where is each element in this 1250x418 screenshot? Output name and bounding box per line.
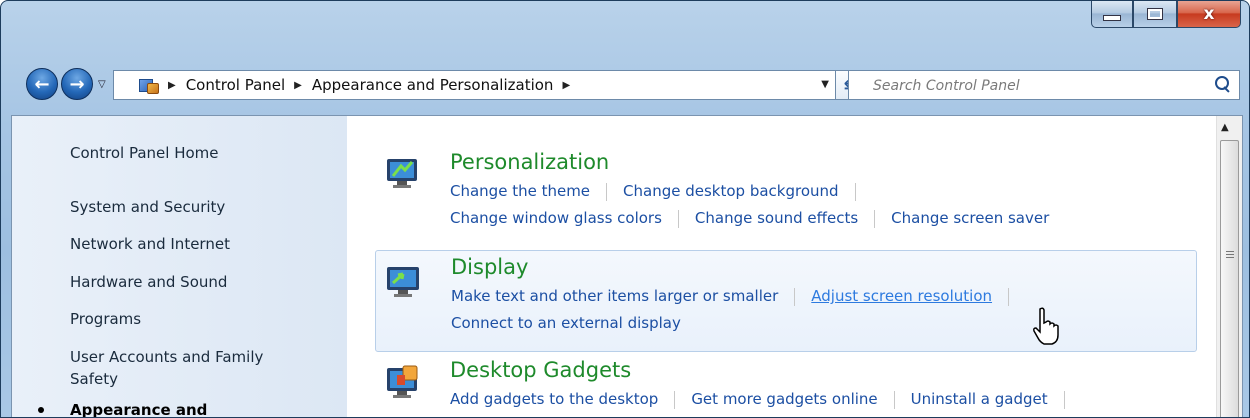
link-connect-external-display[interactable]: Connect to an external display — [451, 314, 681, 332]
scroll-up-arrow-icon[interactable]: ▲ — [1221, 122, 1229, 133]
breadcrumb-separator-icon[interactable]: ▶ — [294, 80, 302, 91]
scrollbar-grip-icon — [1226, 251, 1234, 258]
display-links-row-2: Connect to an external display — [451, 314, 681, 332]
link-get-more-gadgets-online[interactable]: Get more gadgets online — [691, 390, 877, 408]
link-adjust-screen-resolution[interactable]: Adjust screen resolution — [811, 287, 992, 305]
link-change-desktop-background[interactable]: Change desktop background — [623, 182, 839, 200]
category-personalization: Personalization Change the theme Change d… — [375, 146, 1195, 246]
sidebar-item-network-and-internet[interactable]: Network and Internet — [70, 233, 330, 255]
link-change-screen-saver[interactable]: Change screen saver — [891, 209, 1049, 227]
display-title[interactable]: Display — [451, 255, 528, 279]
display-links-row-1: Make text and other items larger or smal… — [451, 287, 1025, 306]
sidebar-item-control-panel-home[interactable]: Control Panel Home — [70, 142, 330, 164]
link-uninstall-gadget[interactable]: Uninstall a gadget — [911, 390, 1048, 408]
link-change-window-glass-colors[interactable]: Change window glass colors — [450, 209, 662, 227]
close-button[interactable]: x — [1177, 1, 1241, 28]
maximize-button[interactable] — [1133, 1, 1177, 28]
personalization-links-row-1: Change the theme Change desktop backgroun… — [450, 182, 872, 201]
personalization-title[interactable]: Personalization — [450, 150, 609, 174]
main-panel: Personalization Change the theme Change d… — [347, 116, 1217, 417]
minimize-button[interactable] — [1091, 1, 1133, 28]
link-divider — [606, 182, 608, 201]
personalization-icon[interactable] — [383, 152, 423, 192]
back-button[interactable]: ← — [26, 68, 58, 100]
sidebar-item-appearance-current[interactable]: Appearance and — [38, 399, 330, 418]
link-divider — [854, 182, 856, 201]
maximize-icon — [1147, 8, 1163, 20]
address-dropdown-icon[interactable]: ▼ — [821, 79, 829, 90]
link-divider — [893, 390, 895, 409]
scrollbar-thumb[interactable] — [1220, 140, 1239, 417]
breadcrumb-separator-icon[interactable]: ▶ — [562, 80, 570, 91]
minimize-icon — [1103, 15, 1121, 21]
close-icon: x — [1203, 4, 1215, 24]
category-display: Display Make text and other items larger… — [375, 250, 1197, 352]
link-divider — [677, 209, 679, 228]
control-panel-window: x ← → ▽ ▶ Control Panel ▶ Appearance and… — [0, 0, 1250, 418]
search-input[interactable] — [849, 71, 1230, 101]
breadcrumb-appearance-and-personalization[interactable]: Appearance and Personalization — [312, 76, 554, 94]
display-icon[interactable] — [384, 261, 424, 301]
title-bar[interactable]: x — [1, 1, 1249, 53]
sidebar-item-user-accounts[interactable]: User Accounts and Family Safety — [70, 346, 300, 390]
link-add-gadgets[interactable]: Add gadgets to the desktop — [450, 390, 658, 408]
caption-buttons: x — [1091, 1, 1241, 29]
sidebar-item-programs[interactable]: Programs — [70, 308, 330, 330]
sidebar: Control Panel Home System and Security N… — [12, 116, 347, 418]
personalization-links-row-2: Change window glass colors Change sound e… — [450, 209, 1049, 228]
breadcrumb-control-panel[interactable]: Control Panel — [186, 76, 285, 94]
vertical-scrollbar[interactable]: ▲ — [1216, 116, 1242, 417]
desktop-gadgets-title[interactable]: Desktop Gadgets — [450, 358, 631, 382]
navigation-bar: ← → ▽ ▶ Control Panel ▶ Appearance and P… — [1, 65, 1249, 107]
breadcrumb-separator-icon[interactable]: ▶ — [168, 80, 176, 91]
link-change-sound-effects[interactable]: Change sound effects — [695, 209, 858, 227]
link-change-theme[interactable]: Change the theme — [450, 182, 590, 200]
link-divider — [1063, 390, 1065, 409]
search-icon[interactable] — [1215, 76, 1231, 93]
hand-cursor-icon — [1033, 307, 1059, 345]
link-divider — [794, 287, 796, 306]
content-area: Control Panel Home System and Security N… — [11, 115, 1243, 418]
control-panel-icon — [139, 77, 159, 94]
recent-pages-dropdown-icon[interactable]: ▽ — [98, 79, 106, 90]
back-arrow-icon: ← — [34, 73, 50, 95]
sidebar-item-hardware-and-sound[interactable]: Hardware and Sound — [70, 271, 330, 293]
forward-arrow-icon: → — [69, 73, 85, 95]
current-item-bullet — [38, 407, 44, 413]
search-box — [848, 70, 1240, 101]
sidebar-item-label: Appearance and — [70, 401, 208, 418]
forward-button[interactable]: → — [61, 68, 93, 100]
link-make-text-larger-or-smaller[interactable]: Make text and other items larger or smal… — [451, 287, 778, 305]
gadgets-icon[interactable] — [383, 362, 423, 402]
sidebar-item-system-and-security[interactable]: System and Security — [70, 196, 330, 218]
link-divider — [674, 390, 676, 409]
category-desktop-gadgets: Desktop Gadgets Add gadgets to the deskt… — [375, 356, 1195, 417]
link-divider — [874, 209, 876, 228]
address-bar[interactable]: ▶ Control Panel ▶ Appearance and Persona… — [113, 70, 836, 100]
link-divider — [1008, 287, 1010, 306]
gadgets-links-row-1: Add gadgets to the desktop Get more gadge… — [450, 390, 1081, 409]
